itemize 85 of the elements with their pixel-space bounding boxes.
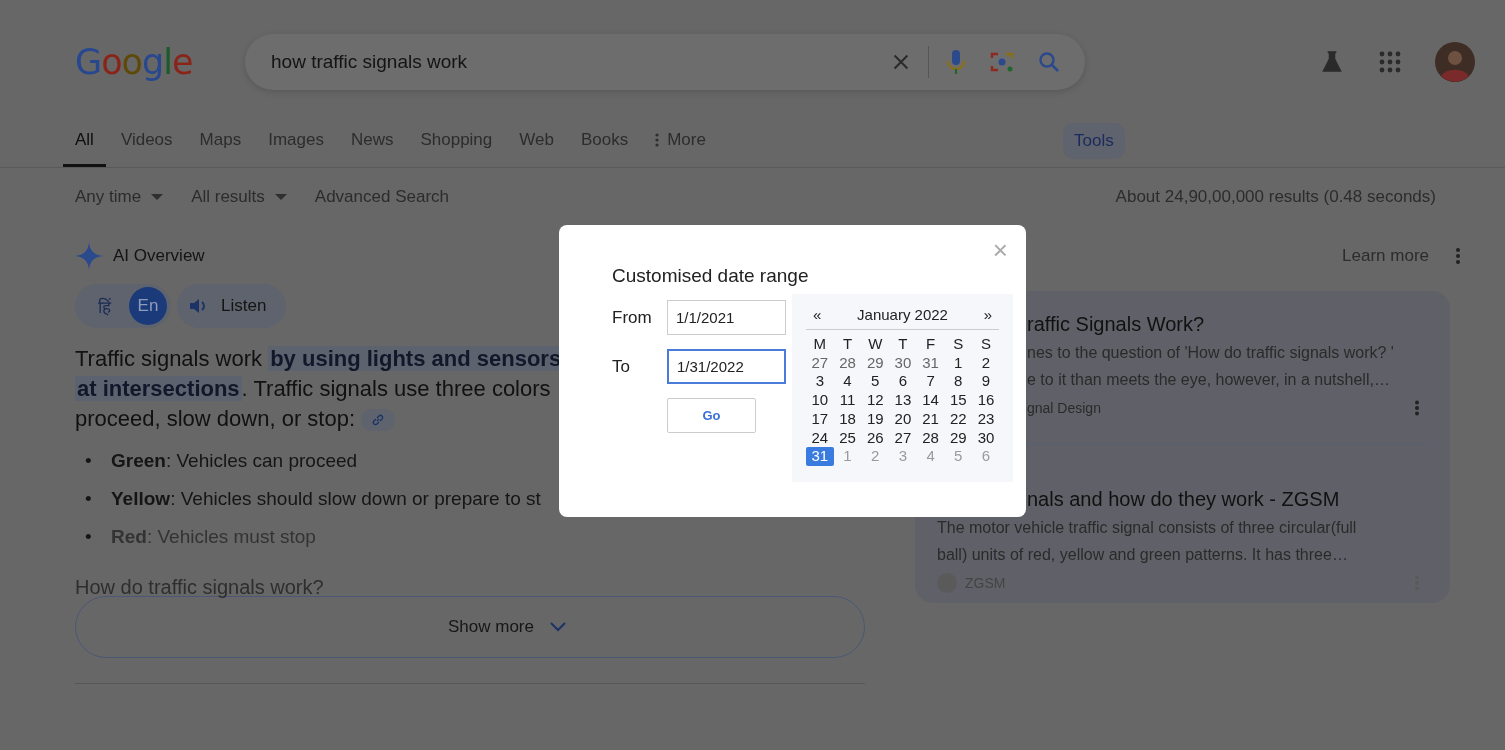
result-stats: About 24,90,00,000 results (0.48 seconds) xyxy=(1115,187,1436,207)
bullet-marker: • xyxy=(84,488,93,510)
calendar-day[interactable]: 29 xyxy=(861,353,890,373)
apps-grid-icon[interactable] xyxy=(1379,51,1401,73)
avatar-icon[interactable] xyxy=(1435,42,1475,82)
calendar-day[interactable]: 23 xyxy=(972,409,1000,429)
flask-icon[interactable] xyxy=(1319,49,1345,75)
calendar-day[interactable]: 22 xyxy=(944,409,973,429)
search-query[interactable]: how traffic signals work xyxy=(271,51,868,73)
source-site: gnal Design xyxy=(1027,400,1101,416)
microphone-icon[interactable] xyxy=(945,49,967,75)
calendar-day[interactable]: 5 xyxy=(861,372,890,392)
calendar-day[interactable]: 28 xyxy=(916,428,945,448)
calendar-day[interactable]: 17 xyxy=(806,409,834,429)
source-snippet-line: e to it than meets the eye, however, in a nutshell,… xyxy=(1027,370,1390,390)
bullet-item: Green: Vehicles can proceed xyxy=(111,449,358,473)
calendar-day[interactable]: 21 xyxy=(916,409,945,429)
calendar-day[interactable]: 12 xyxy=(861,391,890,410)
search-field[interactable]: how traffic signals work xyxy=(245,34,1085,90)
bullet-marker: • xyxy=(84,450,93,472)
more-options-icon[interactable] xyxy=(1414,400,1420,416)
language-option[interactable]: En xyxy=(129,287,167,325)
calendar-day[interactable]: 19 xyxy=(861,409,890,429)
calendar-day[interactable]: 7 xyxy=(916,372,945,392)
weekday-label: M xyxy=(812,335,828,354)
calendar-day[interactable]: 4 xyxy=(833,372,862,392)
next-month-button[interactable]: » xyxy=(983,306,992,323)
dialog-title: Customised date range xyxy=(612,265,810,287)
field-label: To xyxy=(612,356,631,377)
caret-icon xyxy=(274,194,287,200)
calendar-day[interactable]: 18 xyxy=(833,409,862,429)
source-snippet-line: The motor vehicle traffic signal consists of three circular(full xyxy=(937,518,1357,538)
calendar-day[interactable]: 16 xyxy=(972,391,1000,410)
calendar-day[interactable]: 26 xyxy=(861,428,890,448)
sparkle-icon xyxy=(75,242,103,270)
calendar-day[interactable]: 27 xyxy=(889,428,917,448)
calendar-day[interactable]: 28 xyxy=(833,353,862,373)
caret-icon xyxy=(151,194,164,200)
calendar-day[interactable]: 9 xyxy=(972,372,1000,392)
calendar-day[interactable]: 30 xyxy=(889,353,917,373)
bullet-marker: • xyxy=(84,526,93,548)
go-button[interactable]: Go xyxy=(667,398,756,433)
search-tab[interactable]: All xyxy=(63,130,106,167)
calendar-day[interactable]: 31 xyxy=(916,353,945,373)
previous-month-button[interactable]: « xyxy=(813,306,822,323)
weekday-label: S xyxy=(952,335,965,354)
calendar-day[interactable]: 27 xyxy=(806,353,834,373)
source-title[interactable]: raffic Signals Work? xyxy=(1027,309,1205,339)
chevron-down-icon xyxy=(550,622,566,632)
weekday-label: T xyxy=(897,335,909,354)
source-title[interactable]: nals and how do they work - ZGSM xyxy=(1027,484,1340,514)
calendar-day[interactable]: 14 xyxy=(916,391,945,410)
calendar-day[interactable]: 10 xyxy=(806,391,834,410)
more-dots-icon xyxy=(655,133,660,147)
calendar-day[interactable]: 15 xyxy=(944,391,973,410)
ai-overview-title: AI Overview xyxy=(113,246,205,266)
date-input[interactable]: 1/31/2022 xyxy=(667,349,786,384)
calendar-day[interactable]: 24 xyxy=(806,428,834,448)
weekday-label: T xyxy=(841,335,854,354)
calendar-day[interactable]: 25 xyxy=(833,428,862,448)
calendar-day[interactable]: 29 xyxy=(944,428,973,448)
weekday-label: S xyxy=(979,335,992,354)
language-toggle[interactable]: हिं En xyxy=(75,284,171,328)
link-icon[interactable] xyxy=(361,409,396,432)
weekday-label: F xyxy=(925,335,937,354)
calendar-day[interactable]: 2 xyxy=(972,353,1000,373)
source-snippet-line: nes to the question of 'How do traffic signals work? ' xyxy=(1027,343,1394,363)
calendar-day[interactable]: 31 xyxy=(806,447,834,466)
calendar-day[interactable]: 1 xyxy=(944,353,973,373)
more-options-icon[interactable] xyxy=(1455,247,1461,265)
search-icon[interactable] xyxy=(1037,50,1061,74)
calendar-day[interactable]: 30 xyxy=(972,428,1000,448)
month-label: January 2022 xyxy=(857,306,948,323)
calendar-day[interactable]: 6 xyxy=(889,372,917,392)
calendar-day[interactable]: 8 xyxy=(944,372,973,392)
calendar-day[interactable]: 11 xyxy=(833,391,862,410)
date-input[interactable]: 1/1/2021 xyxy=(667,300,786,335)
field-label: From xyxy=(612,307,653,328)
source-snippet-line: ball) units of red, yellow and green patterns. It has three… xyxy=(937,545,1348,565)
calendar-day[interactable]: 3 xyxy=(806,372,834,392)
listen-button[interactable]: Listen xyxy=(177,284,287,328)
bullet-item: Yellow: Vehicles should slow down or prepare to st xyxy=(111,487,541,511)
weekday-label: W xyxy=(867,335,884,354)
calendar-day[interactable]: 20 xyxy=(889,409,917,429)
calendar-day[interactable]: 13 xyxy=(889,391,917,410)
